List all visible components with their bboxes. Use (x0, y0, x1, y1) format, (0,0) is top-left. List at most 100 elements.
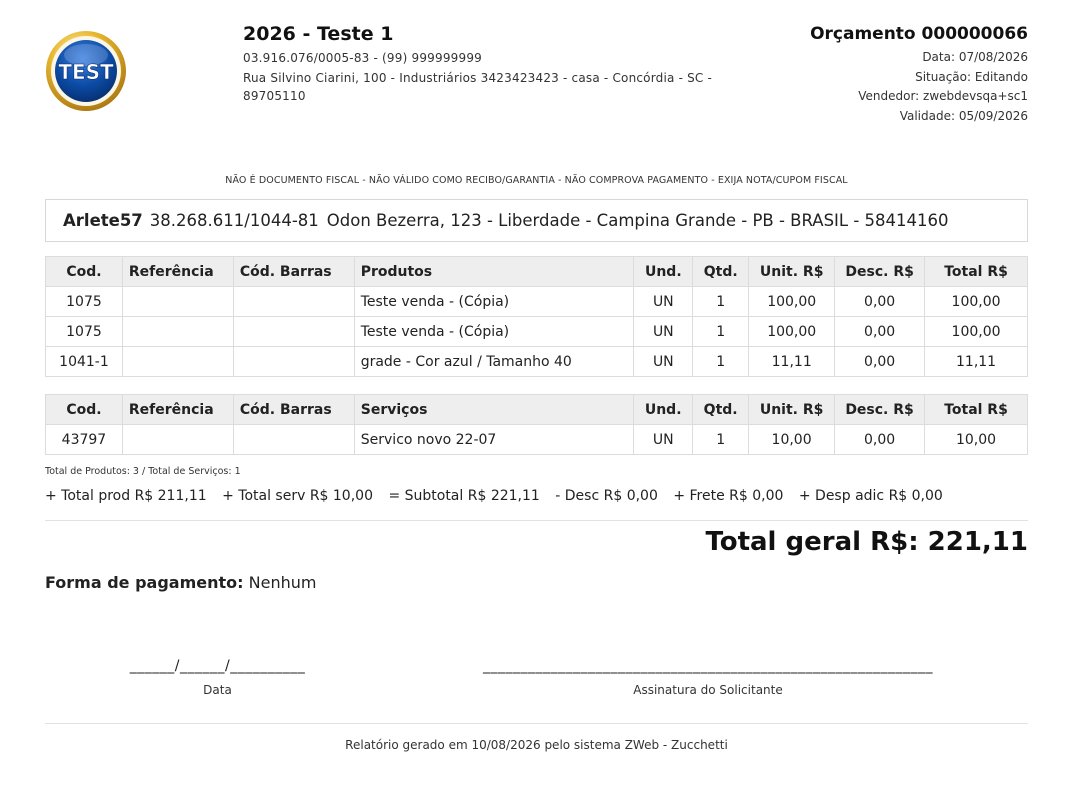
cell-discount: 0,00 (834, 424, 926, 455)
cell-barcode (232, 424, 355, 455)
quote-validity: Validade: 05/09/2026 (899, 108, 1028, 123)
subtotal: = Subtotal R$ 221,11 (388, 488, 540, 504)
cell-discount: 0,00 (834, 286, 926, 317)
col-header-cod: Cod. (45, 256, 123, 287)
cell-barcode (232, 286, 355, 317)
cell-ref (121, 346, 234, 377)
quote-info: Orçamento 000000066 Data: 07/08/2026 Sit… (768, 22, 1028, 126)
total-products: + Total prod R$ 211,11 (45, 488, 207, 504)
company-info: 2026 - Teste 1 03.916.076/0005-83 - (99)… (243, 22, 823, 105)
col-header-cod: Cod. (45, 394, 123, 425)
date-signature-block: ______/______/__________ Data (95, 658, 340, 697)
cell-qty: 1 (692, 316, 750, 347)
report-footer: Relatório gerado em 10/08/2026 pelo sist… (345, 738, 728, 752)
discount-total: - Desc R$ 0,00 (555, 488, 658, 504)
col-header-barcode: Cód. Barras (232, 256, 355, 287)
signature-label: Assinatura do Solicitante (633, 683, 783, 697)
quote-status: Situação: Editando (915, 69, 1028, 84)
cell-qty: 1 (692, 286, 750, 317)
col-header-services: Serviços (353, 394, 635, 425)
cell-unit: UN (633, 346, 694, 377)
table-header-row: Cod. Referência Cód. Barras Produtos Und… (45, 256, 1028, 287)
services-table: Cod. Referência Cód. Barras Serviços Und… (45, 394, 1028, 455)
cell-barcode (232, 346, 355, 377)
cell-unit-price: 10,00 (748, 424, 836, 455)
client-address: Odon Bezerra, 123 - Liberdade - Campina … (326, 211, 949, 230)
cell-unit: UN (633, 286, 694, 317)
col-header-unit: Und. (633, 394, 694, 425)
col-header-ref: Referência (121, 256, 234, 287)
quote-seller: Vendedor: zwebdevsqa+sc1 (858, 89, 1028, 103)
payment-method: Forma de pagamento: Nenhum (45, 573, 316, 592)
requester-signature-block: ________________________________________… (443, 658, 973, 697)
cell-discount: 0,00 (834, 346, 926, 377)
col-header-barcode: Cód. Barras (232, 394, 355, 425)
col-header-unit-price: Unit. R$ (748, 256, 836, 287)
client-box: Arlete57 38.268.611/1044-81 Odon Bezerra… (45, 199, 1028, 242)
col-header-total: Total R$ (924, 256, 1028, 287)
cell-unit-price: 11,11 (748, 346, 836, 377)
company-address-line1: Rua Silvino Ciarini, 100 - Industriários… (243, 71, 713, 85)
signature-line: ________________________________________… (483, 658, 933, 674)
divider (45, 520, 1028, 521)
cell-barcode (232, 316, 355, 347)
client-name: Arlete57 (63, 211, 143, 230)
cell-ref (121, 316, 234, 347)
cell-qty: 1 (692, 424, 750, 455)
cell-total: 100,00 (924, 286, 1028, 317)
fiscal-disclaimer: NÃO É DOCUMENTO FISCAL - NÃO VÁLIDO COMO… (225, 175, 848, 186)
table-row: 1041-1 grade - Cor azul / Tamanho 40 UN … (45, 346, 1028, 377)
cell-cod: 1075 (45, 286, 123, 317)
table-row: 1075 Teste venda - (Cópia) UN 1 100,00 0… (45, 286, 1028, 317)
col-header-qty: Qtd. (692, 256, 750, 287)
document-header: 2026 - Teste 1 03.916.076/0005-83 - (99)… (45, 22, 1028, 172)
col-header-discount: Desc. R$ (834, 256, 926, 287)
date-line: ______/______/__________ (129, 658, 306, 674)
total-services: + Total serv R$ 10,00 (222, 488, 373, 504)
totals-breakdown: + Total prod R$ 211,11 + Total serv R$ 1… (45, 488, 1028, 504)
date-label: Data (203, 683, 232, 697)
col-header-ref: Referência (121, 394, 234, 425)
cell-cod: 43797 (45, 424, 123, 455)
payment-value: Nenhum (248, 573, 317, 592)
products-table: Cod. Referência Cód. Barras Produtos Und… (45, 256, 1028, 377)
cell-unit: UN (633, 424, 694, 455)
cell-cod: 1075 (45, 316, 123, 347)
col-header-unit-price: Unit. R$ (748, 394, 836, 425)
col-header-total: Total R$ (924, 394, 1028, 425)
cell-total: 11,11 (924, 346, 1028, 377)
company-doc-phone: 03.916.076/0005-83 - (99) 999999999 (243, 51, 483, 65)
shipping-total: + Frete R$ 0,00 (673, 488, 784, 504)
table-row: 43797 Servico novo 22-07 UN 1 10,00 0,00… (45, 424, 1028, 455)
cell-service: Servico novo 22-07 (353, 424, 635, 455)
cell-unit: UN (633, 316, 694, 347)
quote-date: Data: 07/08/2026 (922, 50, 1028, 64)
grand-total: Total geral R$: 221,11 (705, 527, 1028, 557)
company-name: 2026 - Teste 1 (243, 23, 394, 45)
divider (45, 723, 1028, 724)
cell-qty: 1 (692, 346, 750, 377)
payment-label: Forma de pagamento: (45, 573, 244, 592)
col-header-discount: Desc. R$ (834, 394, 926, 425)
table-header-row: Cod. Referência Cód. Barras Serviços Und… (45, 394, 1028, 425)
cell-unit-price: 100,00 (748, 316, 836, 347)
item-counts: Total de Produtos: 3 / Total de Serviços… (45, 466, 241, 477)
table-row: 1075 Teste venda - (Cópia) UN 1 100,00 0… (45, 316, 1028, 347)
cell-product: Teste venda - (Cópia) (353, 286, 635, 317)
cell-product: grade - Cor azul / Tamanho 40 (353, 346, 635, 377)
cell-cod: 1041-1 (45, 346, 123, 377)
col-header-products: Produtos (353, 256, 635, 287)
cell-product: Teste venda - (Cópia) (353, 316, 635, 347)
company-address-line2: 89705110 (243, 89, 306, 103)
cell-ref (121, 286, 234, 317)
cell-total: 10,00 (924, 424, 1028, 455)
cell-unit-price: 100,00 (748, 286, 836, 317)
cell-total: 100,00 (924, 316, 1028, 347)
cell-ref (121, 424, 234, 455)
quote-title: Orçamento 000000066 (810, 24, 1028, 44)
extra-expenses: + Desp adic R$ 0,00 (798, 488, 943, 504)
col-header-unit: Und. (633, 256, 694, 287)
client-document: 38.268.611/1044-81 (149, 211, 319, 230)
cell-discount: 0,00 (834, 316, 926, 347)
col-header-qty: Qtd. (692, 394, 750, 425)
